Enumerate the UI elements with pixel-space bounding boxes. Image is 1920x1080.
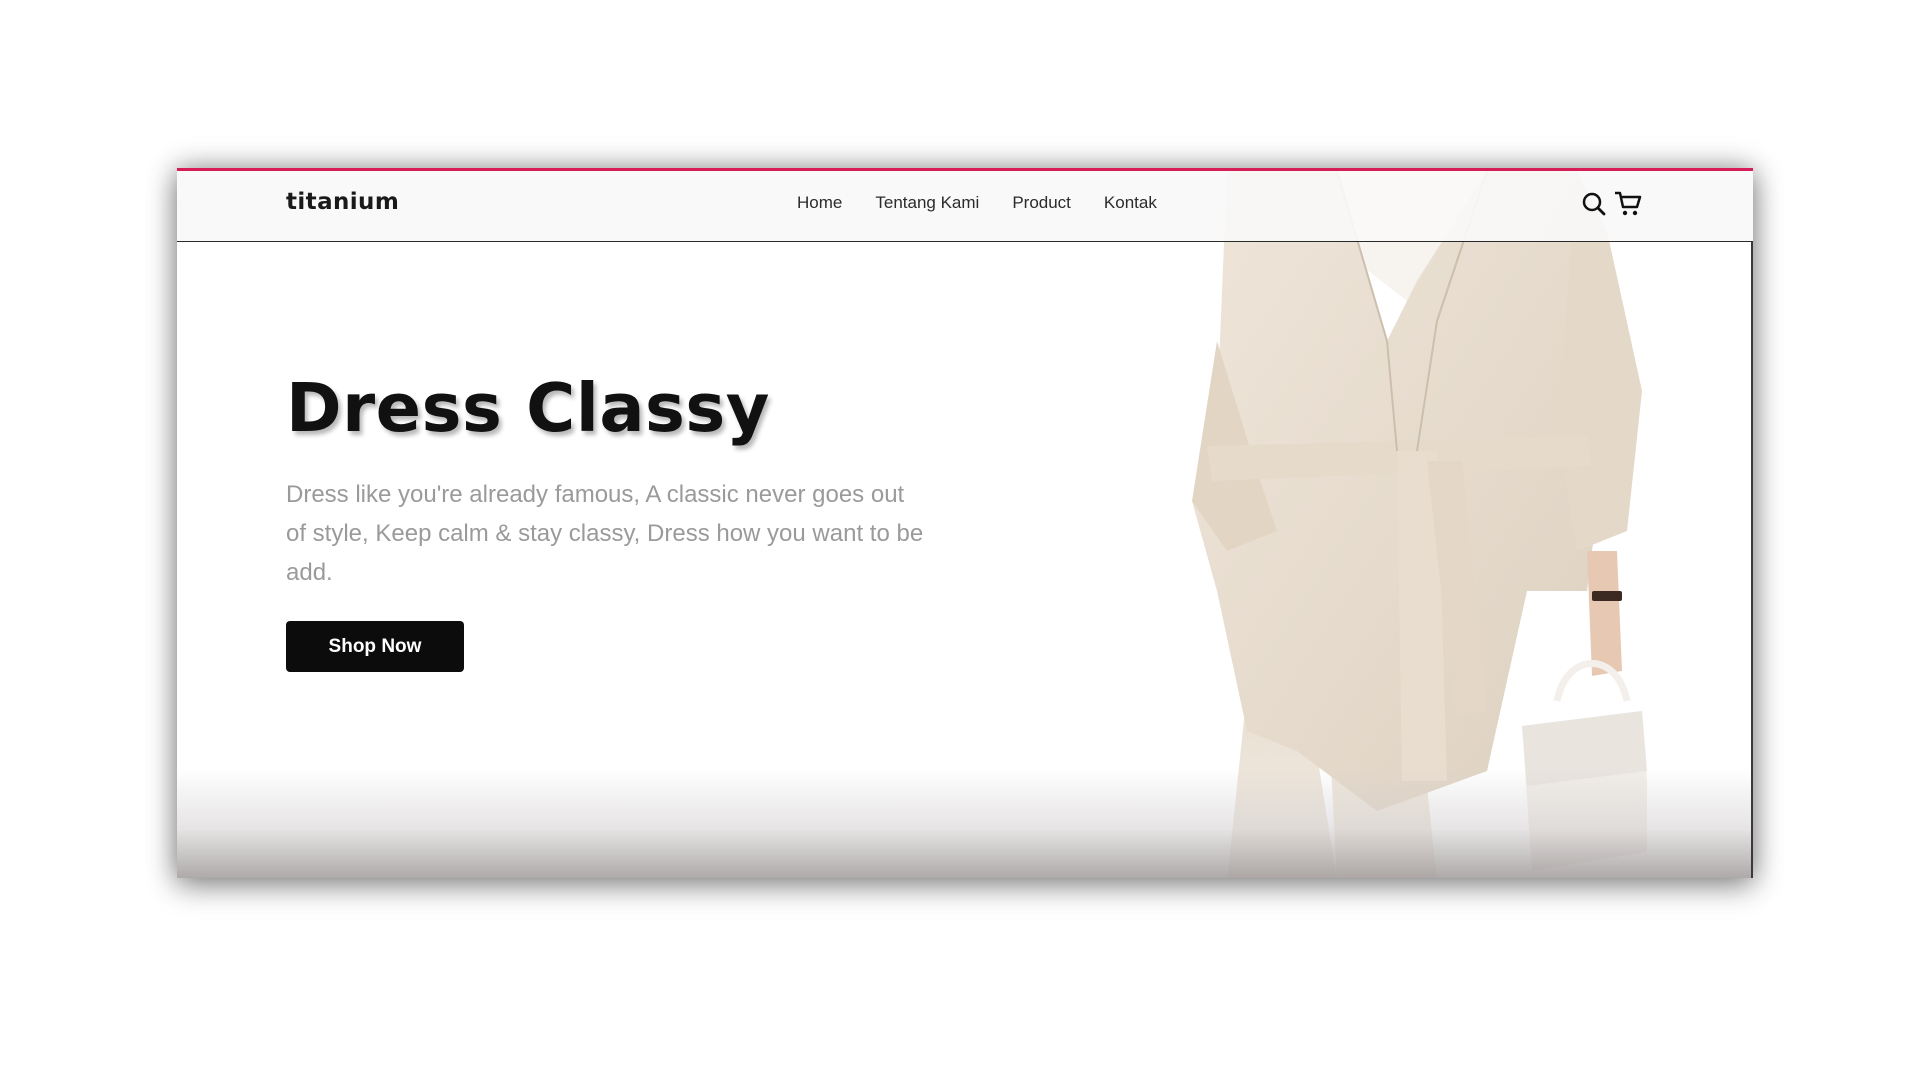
search-icon[interactable] xyxy=(1579,189,1609,219)
model-image xyxy=(1192,171,1647,878)
frame-right-edge xyxy=(1751,242,1753,878)
nav-icons xyxy=(1579,189,1643,219)
cart-icon[interactable] xyxy=(1613,189,1643,219)
brand-logo[interactable]: titanium xyxy=(286,189,399,215)
nav-links: Home Tentang Kami Product Kontak xyxy=(797,193,1190,213)
navbar: titanium Home Tentang Kami Product Konta… xyxy=(177,171,1753,242)
nav-link-tentang-kami[interactable]: Tentang Kami xyxy=(875,193,979,213)
hero-title: Dress Classy xyxy=(286,369,770,447)
nav-link-kontak[interactable]: Kontak xyxy=(1104,193,1157,213)
nav-link-home[interactable]: Home xyxy=(797,193,842,213)
shop-now-button[interactable]: Shop Now xyxy=(286,621,464,672)
hero-description: Dress like you're already famous, A clas… xyxy=(286,481,924,586)
nav-link-product[interactable]: Product xyxy=(1012,193,1071,213)
page-frame: titanium Home Tentang Kami Product Konta… xyxy=(177,168,1753,878)
